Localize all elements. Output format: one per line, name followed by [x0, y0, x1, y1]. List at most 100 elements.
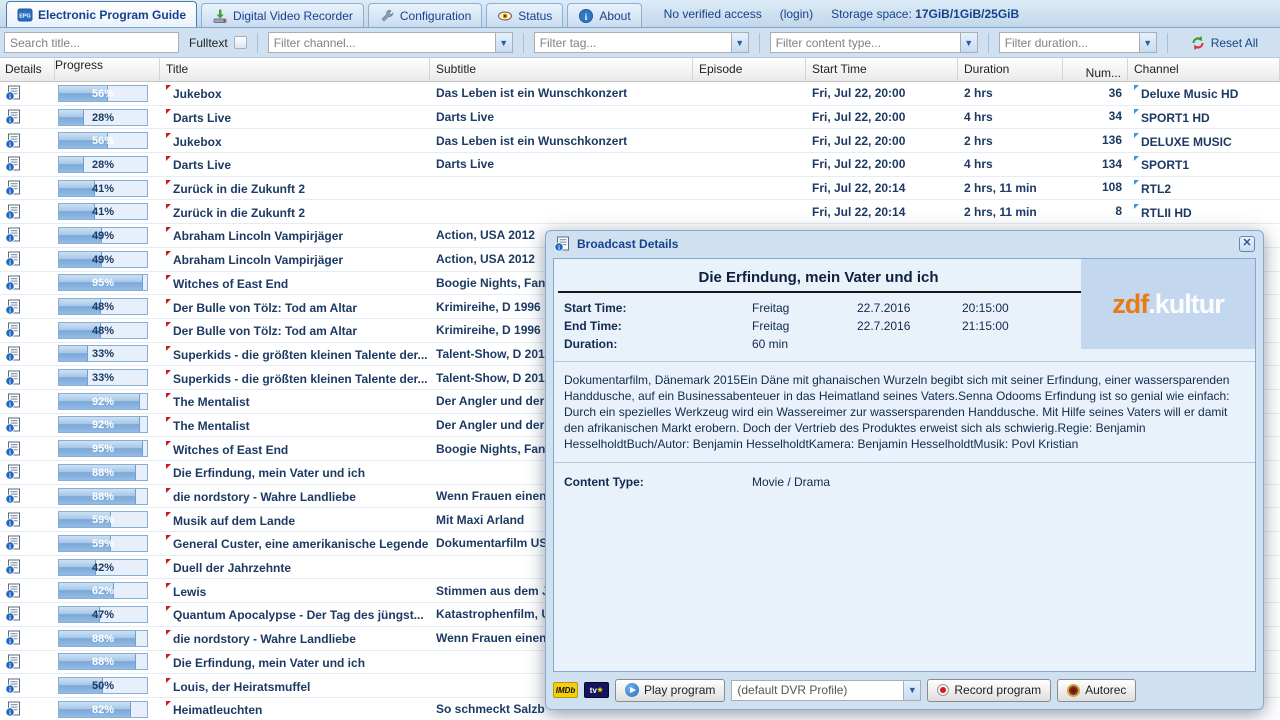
program-title: Superkids - die größten kleinen Talente … [173, 348, 428, 362]
chevron-down-icon[interactable]: ▼ [903, 681, 920, 700]
details-icon[interactable]: i [5, 464, 22, 480]
table-row[interactable]: i 41% Zurück in die Zukunft 2 Fri, Jul 2… [0, 177, 1280, 201]
tab-status[interactable]: Status [486, 3, 563, 27]
title-underline [558, 291, 1106, 293]
program-channel-number: 134 [1102, 157, 1122, 171]
details-icon[interactable]: i [5, 251, 22, 267]
details-icon[interactable]: i [5, 133, 22, 149]
details-icon[interactable]: i [5, 701, 22, 717]
program-title: Superkids - die größten kleinen Talente … [173, 372, 428, 386]
details-icon[interactable]: i [5, 299, 22, 315]
program-start-time: Fri, Jul 22, 20:00 [812, 157, 905, 171]
tab-digital-video-recorder[interactable]: Digital Video Recorder [201, 3, 364, 27]
login-link[interactable]: (login) [780, 7, 813, 21]
details-icon[interactable]: i [5, 227, 22, 243]
program-subtitle: Krimireihe, D 1996 [436, 300, 541, 314]
filter-content-type-select[interactable]: Filter content type... ▼ [770, 32, 978, 53]
filter-toolbar: Fulltext Filter channel... ▼ Filter tag.… [0, 28, 1280, 58]
details-icon[interactable]: i [5, 488, 22, 504]
program-subtitle: Boogie Nights, Fan [436, 442, 545, 456]
tab-label: About [599, 9, 630, 23]
details-icon[interactable]: i [5, 654, 22, 670]
program-start-time: Fri, Jul 22, 20:00 [812, 110, 905, 124]
column-header-num[interactable]: Num... [1063, 58, 1128, 81]
details-icon[interactable]: i [5, 441, 22, 457]
program-duration: 2 hrs [964, 86, 993, 100]
details-icon[interactable]: i [5, 180, 22, 196]
tab-electronic-program-guide[interactable]: EPG Electronic Program Guide [6, 1, 197, 27]
search-title-input[interactable] [4, 32, 179, 53]
svg-text:i: i [9, 449, 11, 456]
column-header-episode[interactable]: Episode [693, 58, 806, 81]
chevron-down-icon[interactable]: ▼ [960, 33, 977, 52]
eye-icon [497, 8, 513, 24]
filter-tag-select[interactable]: Filter tag... ▼ [534, 32, 749, 53]
table-header: Details Progress Title Subtitle Episode … [0, 58, 1280, 82]
details-icon[interactable]: i [5, 606, 22, 622]
chevron-down-icon[interactable]: ▼ [731, 33, 748, 52]
details-icon[interactable]: i [5, 370, 22, 386]
program-title: Die Erfindung, mein Vater und ich [173, 656, 365, 670]
details-icon[interactable]: i [5, 417, 22, 433]
progress-percent-label: 56% [59, 133, 147, 149]
progress-bar: 88% [58, 630, 148, 647]
details-icon[interactable]: i [5, 275, 22, 291]
details-icon[interactable]: i [5, 156, 22, 172]
details-icon[interactable]: i [5, 346, 22, 362]
close-icon[interactable]: ✕ [1239, 236, 1255, 252]
reset-all-button[interactable]: Reset All [1184, 33, 1264, 53]
imdb-icon[interactable]: IMDb [553, 682, 578, 698]
dvr-profile-select[interactable]: (default DVR Profile) ▼ [731, 680, 921, 701]
tab-about[interactable]: i About [567, 3, 641, 27]
tv-icon[interactable]: tv★ [584, 682, 609, 698]
program-channel-number: 36 [1109, 86, 1122, 100]
title-flag-icon [166, 133, 171, 138]
dialog-titlebar[interactable]: i Broadcast Details ✕ [546, 231, 1263, 257]
column-header-details[interactable]: Details [0, 58, 55, 81]
table-row[interactable]: i 28% Darts Live Darts Live Fri, Jul 22,… [0, 153, 1280, 177]
column-header-duration[interactable]: Duration [958, 58, 1063, 81]
details-icon[interactable]: i [5, 393, 22, 409]
column-header-subtitle[interactable]: Subtitle [430, 58, 693, 81]
svg-text:i: i [558, 245, 560, 252]
details-icon[interactable]: i [5, 630, 22, 646]
table-row[interactable]: i 28% Darts Live Darts Live Fri, Jul 22,… [0, 106, 1280, 130]
svg-text:i: i [9, 426, 11, 433]
chevron-down-icon[interactable]: ▼ [1139, 33, 1156, 52]
details-icon[interactable]: i [5, 322, 22, 338]
details-icon[interactable]: i [5, 109, 22, 125]
details-icon[interactable]: i [5, 512, 22, 528]
fulltext-checkbox[interactable] [234, 36, 247, 49]
details-icon[interactable]: i [5, 583, 22, 599]
progress-bar: 42% [58, 559, 148, 576]
chevron-down-icon[interactable]: ▼ [495, 33, 512, 52]
record-program-button[interactable]: Record program [927, 679, 1051, 702]
table-row[interactable]: i 56% Jukebox Das Leben ist ein Wunschko… [0, 82, 1280, 106]
filter-channel-select[interactable]: Filter channel... ▼ [268, 32, 513, 53]
filter-duration-select[interactable]: Filter duration... ▼ [999, 32, 1157, 53]
details-icon[interactable]: i [5, 204, 22, 220]
tab-configuration[interactable]: Configuration [368, 3, 482, 27]
progress-percent-label: 92% [59, 417, 147, 433]
progress-bar: 41% [58, 203, 148, 220]
table-row[interactable]: i 41% Zurück in die Zukunft 2 Fri, Jul 2… [0, 200, 1280, 224]
autorec-button[interactable]: Autorec [1057, 679, 1136, 702]
svg-text:i: i [9, 520, 11, 527]
column-header-title[interactable]: Title [160, 58, 430, 81]
details-icon[interactable]: i [5, 678, 22, 694]
details-icon[interactable]: i [5, 85, 22, 101]
program-subtitle: Krimireihe, D 1996 [436, 323, 541, 337]
table-row[interactable]: i 56% Jukebox Das Leben ist ein Wunschko… [0, 129, 1280, 153]
title-flag-icon [166, 630, 171, 635]
column-header-start-time[interactable]: Start Time [806, 58, 958, 81]
title-flag-icon [166, 299, 171, 304]
progress-percent-label: 95% [59, 441, 147, 457]
details-icon[interactable]: i [5, 535, 22, 551]
svg-text:i: i [9, 94, 11, 101]
column-header-progress[interactable]: Progress [55, 58, 160, 81]
svg-text:i: i [9, 686, 11, 693]
play-program-button[interactable]: Play program [615, 679, 725, 702]
details-icon[interactable]: i [5, 559, 22, 575]
column-header-channel[interactable]: Channel [1128, 58, 1280, 81]
program-subtitle: Wenn Frauen einen [436, 489, 546, 503]
